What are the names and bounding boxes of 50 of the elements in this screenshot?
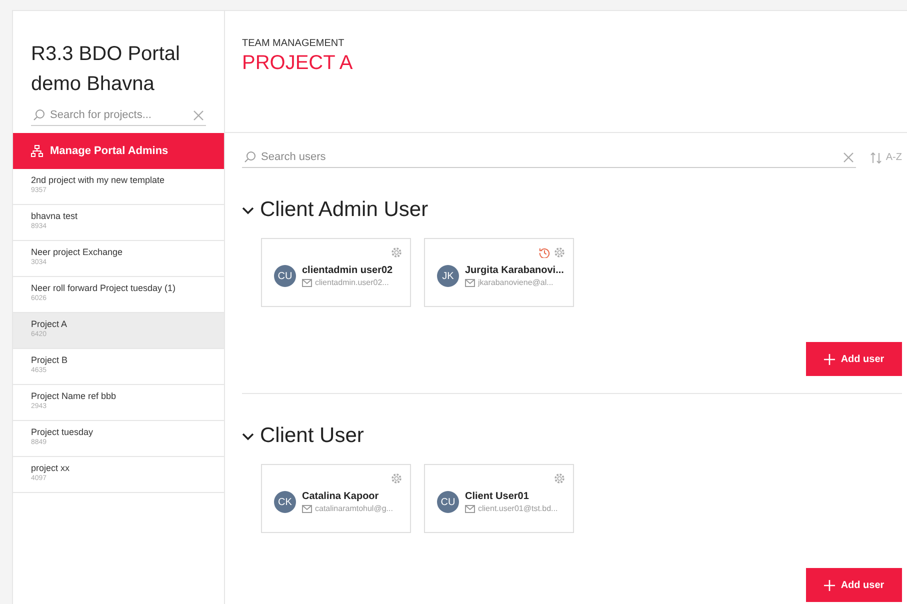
mail-icon: [465, 504, 475, 512]
breadcrumb: TEAM MANAGEMENT: [242, 38, 346, 49]
search-field[interactable]: Search users: [261, 151, 838, 163]
portal-title: R3.3 BDO Portal demo Bhavna: [31, 42, 181, 97]
section-title: Client User: [260, 424, 364, 448]
settings-icon[interactable]: [391, 247, 402, 258]
project-name: project xx: [31, 463, 71, 473]
project-name: Neer project Exchange: [31, 247, 124, 257]
settings-icon[interactable]: [554, 247, 565, 258]
plus-icon: [824, 580, 835, 590]
avatar: CU: [437, 491, 459, 513]
project-name: 2nd project with my new template: [31, 175, 166, 185]
project-name: Project tuesday: [31, 427, 94, 437]
settings-icon[interactable]: [554, 473, 565, 484]
project-name: Project A: [31, 319, 68, 329]
user-name: Jurgita Karabanovi...: [465, 265, 564, 276]
add-user-button[interactable]: Add user: [806, 342, 902, 376]
user-card[interactable]: JK Jurgita Karabanovi... jkarabanoviene@al...: [424, 238, 574, 307]
add-user-button[interactable]: Add user: [806, 568, 902, 602]
user-email: client.user01@tst.bd...: [478, 504, 558, 513]
user-name: Client User01: [465, 491, 530, 502]
avatar: CK: [274, 491, 296, 513]
search-icon: [244, 151, 256, 163]
user-email: catalinaramtohul@g...: [315, 504, 393, 513]
plus-icon: [824, 354, 835, 364]
manage-admins-button[interactable]: Manage Portal Admins: [13, 133, 224, 169]
project-name: bhavna test: [31, 211, 79, 221]
mail-icon: [302, 504, 312, 512]
search-field[interactable]: Search for projects...: [50, 109, 188, 121]
user-email: clientadmin.user02...: [315, 278, 389, 287]
search-icon: [33, 109, 45, 121]
project-name: Project Name ref bbb: [31, 391, 118, 401]
user-name: Catalina Kapoor: [302, 491, 380, 502]
user-email: jkarabanoviene@al...: [478, 278, 554, 287]
close-icon[interactable]: [842, 152, 854, 162]
section-title: Client Admin User: [260, 198, 428, 222]
mail-icon: [302, 278, 312, 286]
user-name: clientadmin user02: [302, 265, 393, 276]
settings-icon[interactable]: [391, 473, 402, 484]
close-icon[interactable]: [193, 110, 204, 120]
avatar: CU: [274, 265, 296, 287]
project-name: Project B: [31, 355, 69, 365]
sort-icon: [870, 152, 882, 164]
avatar: JK: [437, 265, 459, 287]
history-icon[interactable]: [539, 247, 550, 258]
mail-icon: [465, 278, 475, 286]
hierarchy-icon: [31, 145, 43, 157]
project-name: Neer roll forward Project tuesday (1): [31, 283, 177, 293]
page-title: PROJECT A: [242, 52, 354, 75]
user-card[interactable]: CK Catalina Kapoor catalinaramtohul@g...: [261, 464, 411, 533]
